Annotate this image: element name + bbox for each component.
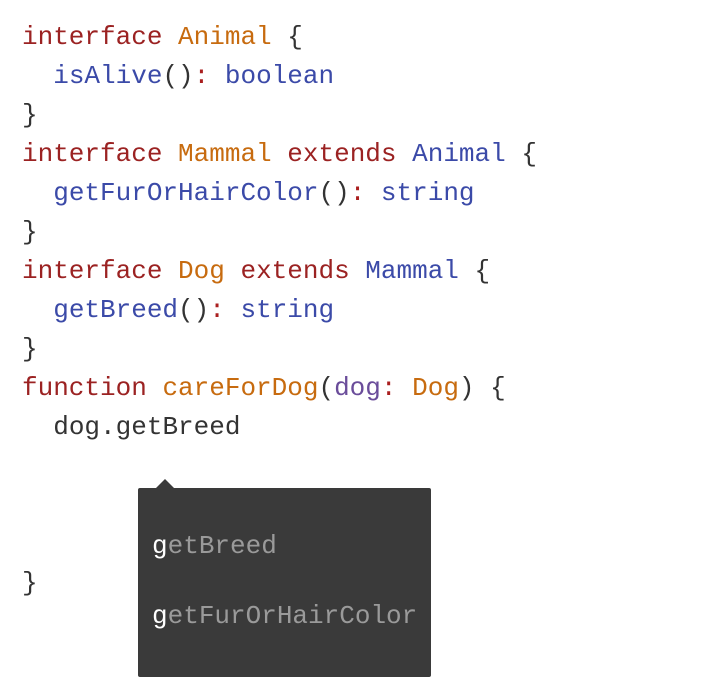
autocomplete-rest: etFurOrHairColor bbox=[168, 601, 418, 631]
autocomplete-item[interactable]: getFurOrHairColor bbox=[152, 599, 417, 634]
brace-close: } bbox=[22, 217, 38, 247]
autocomplete-match: g bbox=[152, 531, 168, 561]
keyword-interface: interface bbox=[22, 256, 162, 286]
call-member: getBreed bbox=[116, 412, 241, 442]
call-object: dog bbox=[53, 412, 100, 442]
brace-open: { bbox=[490, 373, 506, 403]
colon: : bbox=[209, 295, 225, 325]
autocomplete-popup[interactable]: getBreed getFurOrHairColor bbox=[138, 488, 431, 677]
return-string: string bbox=[381, 178, 475, 208]
type-mammal-ref: Mammal bbox=[365, 256, 459, 286]
paren-open: ( bbox=[318, 178, 334, 208]
method-getfurorhaircolor: getFurOrHairColor bbox=[53, 178, 318, 208]
type-dog-ref: Dog bbox=[412, 373, 459, 403]
brace-open: { bbox=[475, 256, 491, 286]
brace-open: { bbox=[287, 22, 303, 52]
paren-open: ( bbox=[318, 373, 334, 403]
return-string: string bbox=[240, 295, 334, 325]
paren-open: ( bbox=[178, 295, 194, 325]
autocomplete-rest: etBreed bbox=[168, 531, 277, 561]
type-mammal: Mammal bbox=[178, 139, 272, 169]
type-dog: Dog bbox=[178, 256, 225, 286]
paren-close: ) bbox=[334, 178, 350, 208]
autocomplete-match: g bbox=[152, 601, 168, 631]
colon: : bbox=[194, 61, 210, 91]
paren-close: ) bbox=[194, 295, 210, 325]
keyword-extends: extends bbox=[240, 256, 349, 286]
colon: : bbox=[381, 373, 412, 403]
function-carefordog: careForDog bbox=[162, 373, 318, 403]
method-isalive: isAlive bbox=[53, 61, 162, 91]
code-block: interface Animal { isAlive(): boolean } … bbox=[22, 18, 694, 603]
call-dot: . bbox=[100, 412, 116, 442]
type-animal: Animal bbox=[178, 22, 272, 52]
return-boolean: boolean bbox=[225, 61, 334, 91]
paren-close: ) bbox=[178, 61, 194, 91]
brace-close: } bbox=[22, 334, 38, 364]
keyword-function: function bbox=[22, 373, 147, 403]
brace-close: } bbox=[22, 100, 38, 130]
keyword-interface: interface bbox=[22, 139, 162, 169]
paren-close: ) bbox=[459, 373, 475, 403]
param-dog: dog bbox=[334, 373, 381, 403]
brace-open: { bbox=[521, 139, 537, 169]
paren-open: ( bbox=[162, 61, 178, 91]
keyword-interface: interface bbox=[22, 22, 162, 52]
brace-close: } bbox=[22, 568, 38, 598]
keyword-extends: extends bbox=[287, 139, 396, 169]
colon: : bbox=[350, 178, 366, 208]
method-getbreed: getBreed bbox=[53, 295, 178, 325]
autocomplete-item[interactable]: getBreed bbox=[152, 529, 417, 564]
type-animal-ref: Animal bbox=[412, 139, 506, 169]
